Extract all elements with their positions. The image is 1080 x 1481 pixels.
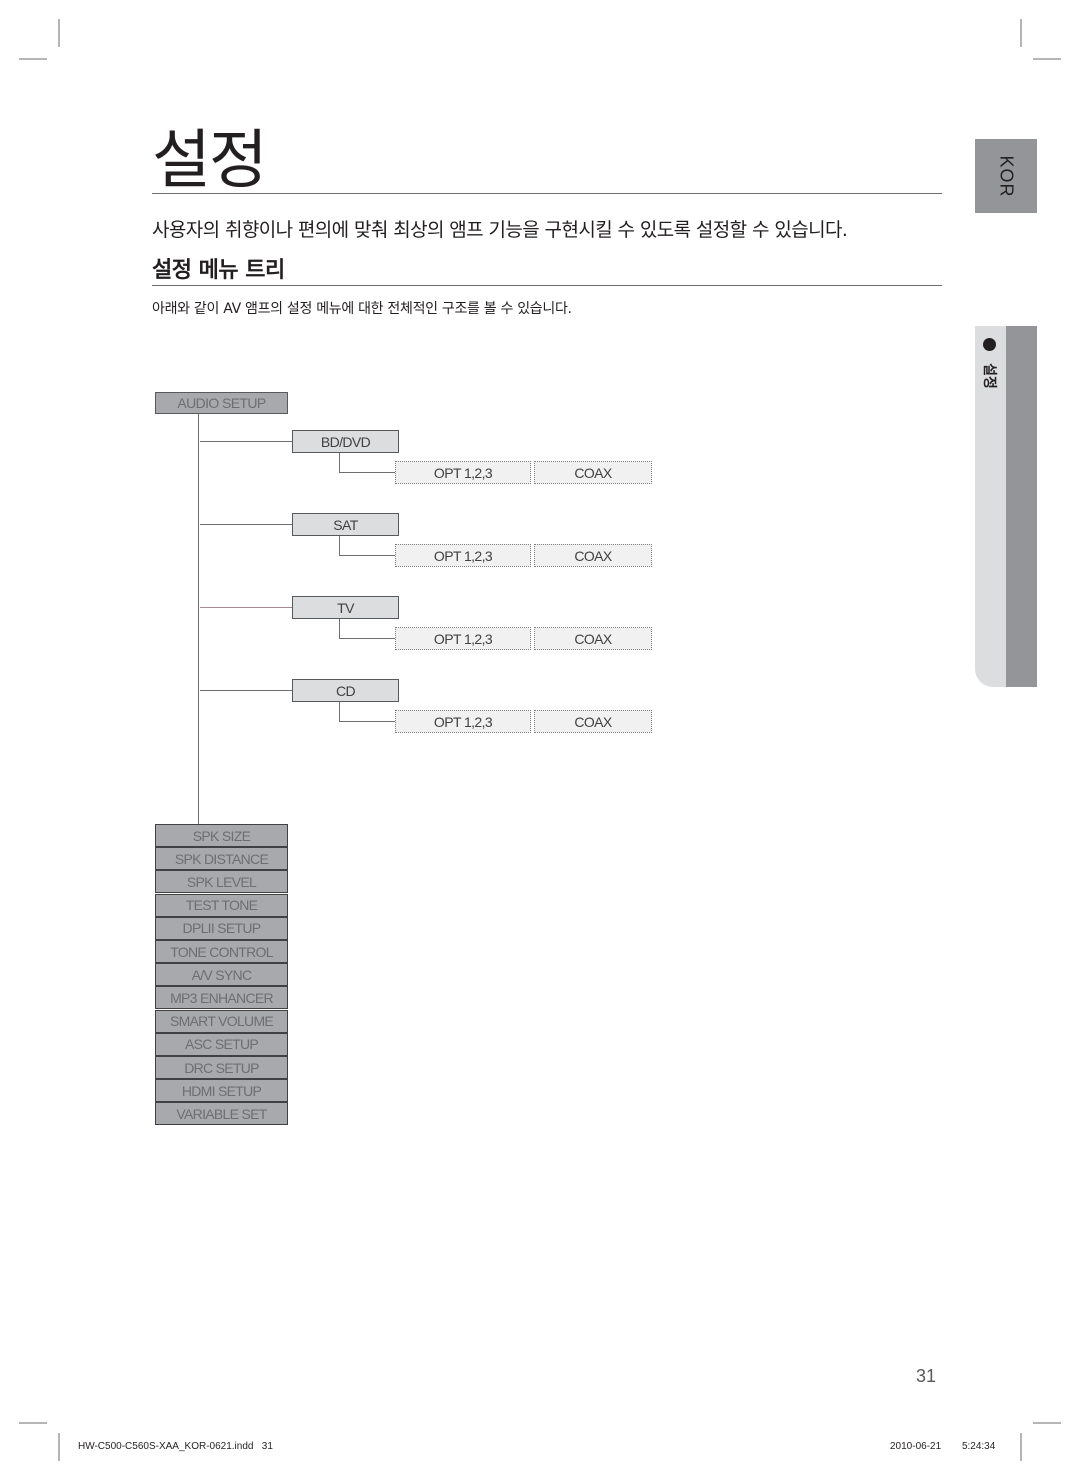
tree-branch-line	[200, 607, 292, 608]
tree-branch-line	[200, 441, 292, 442]
tree-connector-line	[339, 453, 340, 472]
tree-connector-line	[339, 638, 395, 639]
bullet-icon	[983, 338, 996, 351]
file-info: HW-C500-C560S-XAA_KOR-0621.indd 31	[78, 1441, 273, 1452]
menu-item: DPLII SETUP	[155, 916, 288, 940]
crop-mark	[1033, 58, 1061, 60]
tree-source-sat: SAT	[292, 513, 399, 536]
tree-option-coax: COAX	[534, 627, 652, 650]
title-divider	[152, 193, 942, 194]
tree-option-coax: COAX	[534, 544, 652, 567]
tree-branch-line	[200, 524, 292, 525]
menu-item: TEST TONE	[155, 893, 288, 917]
tree-connector-line	[339, 619, 340, 638]
print-time: 5:24:34	[961, 1441, 996, 1452]
tree-root-audio-setup: AUDIO SETUP	[155, 392, 288, 414]
chapter-label: 설정	[980, 363, 997, 389]
tree-connector-line	[339, 721, 395, 722]
chapter-tab-light: 설정	[975, 326, 1006, 687]
menu-item: HDMI SETUP	[155, 1079, 288, 1103]
tree-option-coax: COAX	[534, 461, 652, 484]
tree-connector-line	[339, 472, 395, 473]
tree-source-bd-dvd: BD/DVD	[292, 430, 399, 453]
tree-option-coax: COAX	[534, 710, 652, 733]
crop-mark	[19, 1422, 47, 1424]
tree-source-tv: TV	[292, 596, 399, 619]
menu-item: MP3 ENHANCER	[155, 986, 288, 1010]
menu-item: A/V SYNC	[155, 963, 288, 987]
menu-item: DRC SETUP	[155, 1056, 288, 1079]
menu-item: SPK LEVEL	[155, 870, 288, 894]
crop-mark	[1020, 19, 1022, 47]
section-description: 아래와 같이 AV 앰프의 설정 메뉴에 대한 전체적인 구조를 볼 수 있습니…	[152, 301, 572, 317]
language-tab: KOR	[975, 139, 1037, 213]
section-title: 설정 메뉴 트리	[152, 258, 285, 283]
menu-item: SPK DISTANCE	[155, 847, 288, 871]
chapter-tab: 설정	[975, 326, 1037, 687]
menu-item: SMART VOLUME	[155, 1009, 288, 1033]
tree-branch-line	[200, 690, 292, 691]
tree-connector-line	[339, 702, 340, 721]
menu-item: ASC SETUP	[155, 1032, 288, 1056]
menu-item: VARIABLE SET	[155, 1102, 288, 1126]
tree-source-cd: CD	[292, 679, 399, 702]
crop-mark	[58, 19, 60, 47]
language-tab-label: KOR	[996, 154, 1017, 198]
tree-option-opt: OPT 1,2,3	[395, 461, 531, 484]
section-divider	[152, 285, 942, 286]
crop-mark	[1020, 1433, 1022, 1461]
print-timestamp: 2010-06-21 5:24:34	[890, 1441, 995, 1452]
crop-mark	[19, 58, 47, 60]
page-title: 설정	[152, 124, 268, 198]
crop-mark	[1033, 1422, 1061, 1424]
tree-option-opt: OPT 1,2,3	[395, 544, 531, 567]
page-number: 31	[916, 1366, 937, 1386]
crop-mark	[58, 1433, 60, 1461]
print-date: 2010-06-21	[890, 1441, 942, 1452]
menu-item: SPK SIZE	[155, 824, 288, 847]
chapter-tab-dark	[1006, 326, 1037, 687]
tree-connector-line	[339, 555, 395, 556]
tree-option-opt: OPT 1,2,3	[395, 627, 531, 650]
tree-trunk-line	[198, 414, 199, 824]
tree-option-opt: OPT 1,2,3	[395, 710, 531, 733]
intro-text: 사용자의 취향이나 편의에 맞춰 최상의 앰프 기능을 구현시킬 수 있도록 설…	[152, 219, 848, 241]
tree-connector-line	[339, 536, 340, 555]
menu-item: TONE CONTROL	[155, 940, 288, 963]
